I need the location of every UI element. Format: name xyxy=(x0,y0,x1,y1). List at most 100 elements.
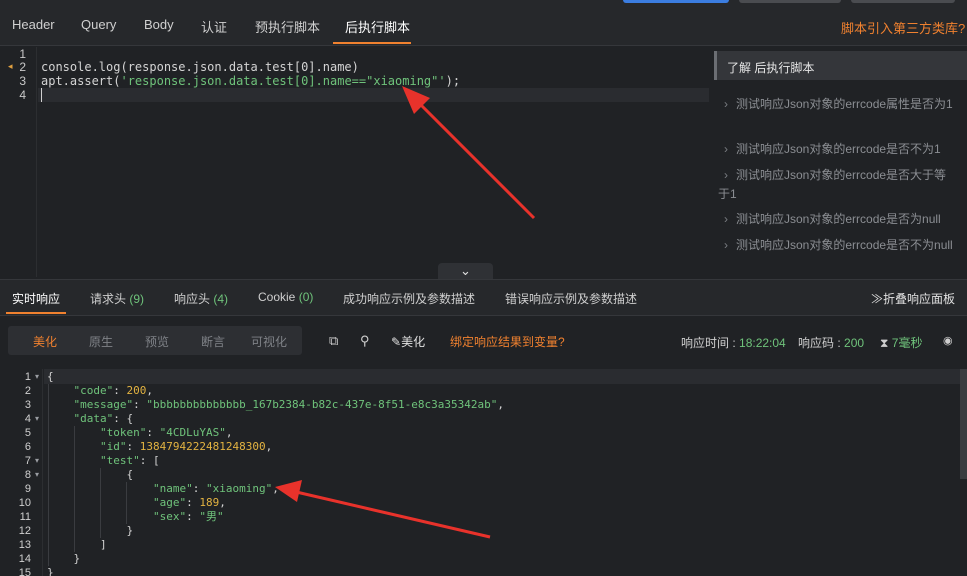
snippet-label: 测试响应Json对象的errcode是否为null xyxy=(736,212,941,226)
tab-auth[interactable]: 认证 xyxy=(201,17,227,36)
json-line: "age": 189, xyxy=(152,496,226,509)
active-tab-indicator xyxy=(333,42,411,44)
tab-request-headers[interactable]: 请求头 (9) xyxy=(90,290,144,307)
save-button-edge[interactable] xyxy=(739,0,841,3)
mode-visualize[interactable]: 可视化 xyxy=(251,333,287,350)
hourglass-icon: ⧗ xyxy=(880,336,889,350)
line-number: 14 xyxy=(18,553,31,565)
copy-icon[interactable]: ⧉ xyxy=(329,333,338,349)
chevron-right-icon: › xyxy=(724,142,728,156)
snippet-label: 测试响应Json对象的errcode是否不为null xyxy=(736,238,953,252)
download-icon[interactable]: ◉ xyxy=(943,334,953,347)
json-line: } xyxy=(47,524,134,537)
mode-raw[interactable]: 原生 xyxy=(89,333,113,350)
line-number: 12 xyxy=(18,525,31,537)
tab-error-example[interactable]: 错误响应示例及参数描述 xyxy=(505,290,637,307)
help-panel-title: 了解 后执行脚本 xyxy=(727,61,815,75)
chevron-right-icon: › xyxy=(724,238,728,252)
snippet-label: 测试响应Json对象的errcode是否不为1 xyxy=(736,142,941,156)
json-value-id: 1384794222481248300 xyxy=(139,440,266,453)
response-toolbar: 美化 原生 预览 断言 可视化 ⧉ ⚲ ✎美化 绑定响应结果到变量? 响应时间 … xyxy=(0,317,967,365)
snippet-item[interactable]: › 测试响应Json对象的errcode是否不为null xyxy=(718,236,958,255)
help-panel-header: 了解 后执行脚本 xyxy=(714,51,967,80)
editor-gutter: 1 ◂ 2 3 4 xyxy=(0,47,37,277)
chevron-down-icon: ⌄ xyxy=(460,263,471,278)
json-value-age: 189 xyxy=(199,496,220,509)
response-tabs-bar: 实时响应 请求头 (9) 响应头 (4) Cookie (0) 成功响应示例及参… xyxy=(0,279,967,316)
mode-preview[interactable]: 预览 xyxy=(145,333,169,350)
collapse-editor-handle[interactable]: ⌄ xyxy=(438,263,493,279)
beautify-button[interactable]: ✎美化 xyxy=(391,333,425,350)
fold-toggle-icon[interactable]: ▾ xyxy=(35,372,39,381)
tab-query[interactable]: Query xyxy=(81,17,116,32)
status-code: 响应码 : 200 xyxy=(798,334,864,351)
json-line: { xyxy=(47,468,134,481)
mode-pretty[interactable]: 美化 xyxy=(33,333,57,350)
tab-body[interactable]: Body xyxy=(144,17,174,32)
magic-wand-icon: ✎ xyxy=(391,335,402,349)
response-time-label: 响应时间 : xyxy=(681,336,740,350)
json-value-token: "4CDLuYAS" xyxy=(159,426,226,439)
json-line: } xyxy=(47,566,54,576)
mode-assert[interactable]: 断言 xyxy=(201,333,225,350)
json-line: "sex": "男" xyxy=(152,510,224,523)
code-line-3: apt.assert('response.json.data.test[0].n… xyxy=(41,74,460,88)
scrollbar-thumb[interactable] xyxy=(960,369,967,479)
code-line-2: console.log(response.json.data.test[0].n… xyxy=(41,60,359,74)
tab-label: Cookie xyxy=(258,290,296,304)
bind-result-to-variable-link[interactable]: 绑定响应结果到变量? xyxy=(450,333,565,350)
tab-pre-script[interactable]: 预执行脚本 xyxy=(255,17,320,36)
search-icon[interactable]: ⚲ xyxy=(360,333,370,349)
line-number: 2 xyxy=(24,385,31,397)
json-line: "code": 200, xyxy=(73,384,154,397)
line-number: 1 xyxy=(19,47,26,61)
line-number: 9 xyxy=(24,483,31,495)
code-assert-close: ); xyxy=(445,74,461,88)
line-number: 15 xyxy=(18,567,31,576)
snippet-item[interactable]: › 测试响应Json对象的errcode是否不为1 xyxy=(718,140,958,159)
json-line: ] xyxy=(47,538,107,551)
snippet-item[interactable]: › 测试响应Json对象的errcode是否大于等于1 xyxy=(718,166,958,204)
response-time-value: 18:22:04 xyxy=(739,336,786,350)
tab-label: 请求头 xyxy=(90,292,127,306)
third-party-library-link[interactable]: 脚本引入第三方类库? xyxy=(841,18,965,37)
tab-count: (4) xyxy=(213,292,229,306)
fold-response-panel-button[interactable]: ≫折叠响应面板 xyxy=(871,290,955,307)
tab-realtime-response[interactable]: 实时响应 xyxy=(12,290,60,307)
snippet-item[interactable]: › 测试响应Json对象的errcode是否为null xyxy=(718,210,958,229)
code-assert-fn: apt.assert( xyxy=(41,74,121,88)
line-number: 11 xyxy=(19,511,31,523)
api-tool-window: Header Query Body 认证 预执行脚本 后执行脚本 脚本引入第三方… xyxy=(0,0,967,576)
current-line-highlight xyxy=(38,88,709,102)
line-number: 3 xyxy=(24,399,31,411)
json-value-name: "xiaoming" xyxy=(205,482,273,495)
send-button-edge[interactable] xyxy=(623,0,729,3)
tab-response-headers[interactable]: 响应头 (4) xyxy=(174,290,228,307)
tab-cookie[interactable]: Cookie (0) xyxy=(258,290,313,304)
json-gutter: 1 2 3 4 5 6 7 8 9 10 11 12 13 14 15 ▾ ▾ … xyxy=(0,369,43,576)
script-editor[interactable]: 1 ◂ 2 3 4 console.log(response.json.data… xyxy=(0,47,709,277)
tab-post-script[interactable]: 后执行脚本 xyxy=(345,17,410,36)
snippet-label: 测试响应Json对象的errcode属性是否为1 xyxy=(736,97,953,111)
line-number: 7 xyxy=(24,455,31,467)
json-line: { xyxy=(47,370,54,383)
active-tab-indicator xyxy=(6,312,66,314)
fold-toggle-icon[interactable]: ▾ xyxy=(35,414,39,423)
tab-header[interactable]: Header xyxy=(12,17,55,32)
snippet-item[interactable]: › 测试响应Json对象的errcode属性是否为1 xyxy=(718,95,958,114)
duration: ⧗ 7毫秒 xyxy=(880,334,922,351)
json-line: "name": "xiaoming", xyxy=(152,482,279,495)
fold-toggle-icon[interactable]: ▾ xyxy=(35,456,39,465)
status-code-value: 200 xyxy=(844,336,865,350)
response-json-viewer[interactable]: 1 2 3 4 5 6 7 8 9 10 11 12 13 14 15 ▾ ▾ … xyxy=(0,369,967,576)
more-button-edge[interactable] xyxy=(851,0,955,3)
line-number: 2 xyxy=(19,60,26,74)
tab-success-example[interactable]: 成功响应示例及参数描述 xyxy=(343,290,475,307)
line-number: 4 xyxy=(24,413,31,425)
json-line: "id": 1384794222481248300, xyxy=(99,440,273,453)
json-line: "test": [ xyxy=(99,454,160,467)
tab-count: (0) xyxy=(298,290,314,304)
fold-toggle-icon[interactable]: ▾ xyxy=(35,470,39,479)
line-number: 13 xyxy=(18,539,31,551)
fold-label: 折叠响应面板 xyxy=(883,292,956,306)
